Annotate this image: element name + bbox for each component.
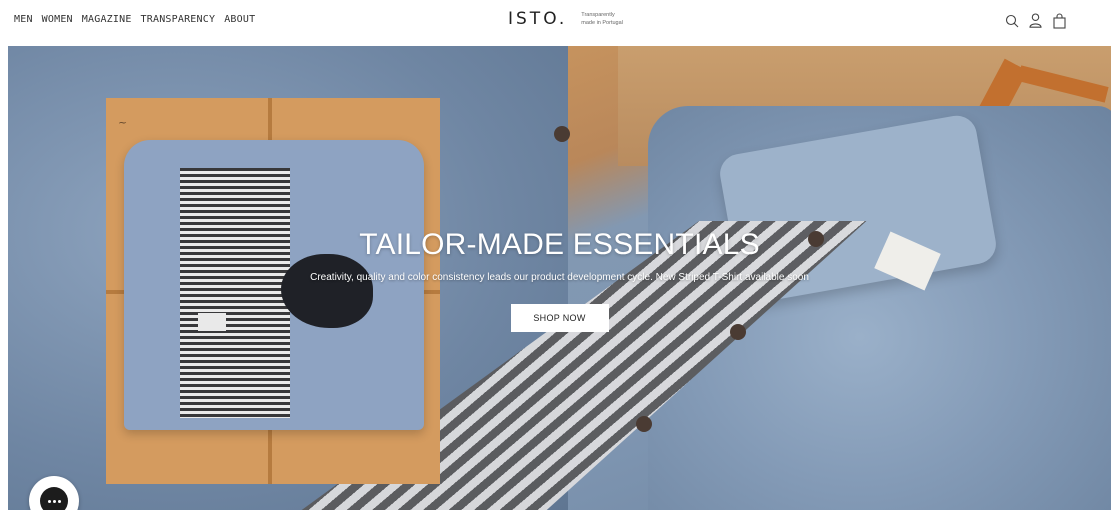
nav-link-transparency[interactable]: TRANSPARENCY [141,14,216,25]
hero-title: TAILOR-MADE ESSENTIALS [359,228,760,261]
logo[interactable]: ISTO. [508,9,567,29]
chat-icon [40,487,68,510]
hero-subtitle: Creativity, quality and color consistenc… [310,272,809,283]
main-nav: MEN WOMEN MAGAZINE TRANSPARENCY ABOUT [14,14,255,25]
site-header: MEN WOMEN MAGAZINE TRANSPARENCY ABOUT IS… [0,0,1111,46]
nav-link-women[interactable]: WOMEN [42,14,73,25]
nav-link-about[interactable]: ABOUT [224,14,255,25]
nav-link-men[interactable]: MEN [14,14,33,25]
nav-link-magazine[interactable]: MAGAZINE [82,14,132,25]
hero-banner: ~ ~ TAILOR-MADE ESSENTIALS Creativity, q… [8,46,1111,510]
cart-icon[interactable] [1052,12,1067,29]
tagline: Transparently made in Portugal [581,12,623,26]
shop-now-button[interactable]: SHOP NOW [510,304,609,332]
hero-copy: TAILOR-MADE ESSENTIALS Creativity, quali… [8,228,1111,332]
search-icon[interactable] [1004,12,1019,29]
tagline-line-1: Transparently [581,12,615,18]
account-icon[interactable] [1028,12,1043,29]
jacket-button [554,126,570,142]
tagline-line-2: made in Portugal [581,20,623,26]
header-actions [1004,12,1067,29]
jacket-button [636,416,652,432]
brand: ISTO. Transparently made in Portugal [508,9,623,29]
scribble-art: ~ [118,116,128,129]
